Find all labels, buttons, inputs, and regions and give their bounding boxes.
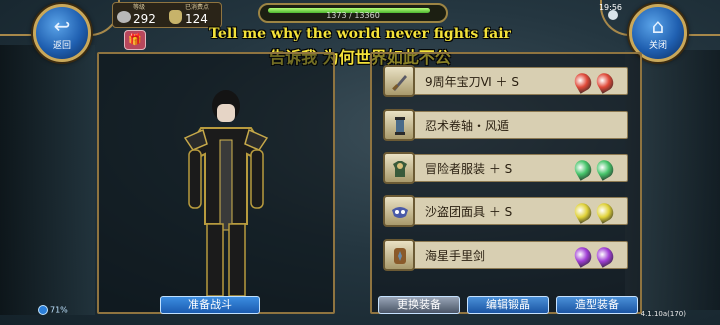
bag-icon (169, 10, 182, 24)
gem-icon (593, 200, 617, 224)
gem-slots (571, 157, 619, 181)
ready-battle-button[interactable]: 准备战斗 (160, 296, 260, 314)
caption-english: Tell me why the world never fights fair (209, 26, 511, 42)
shuriken-icon (383, 239, 415, 271)
gem-icon (571, 244, 595, 268)
points-stat: 已消费点 124 (185, 4, 209, 26)
scroll-icon (383, 109, 415, 141)
character-model (183, 90, 269, 297)
edit-crystal-button[interactable]: 编辑锻晶 (467, 296, 549, 314)
equipment-name: 冒险者服装 ＋ S (425, 162, 513, 176)
gem-icon (593, 157, 617, 181)
version-label: 4.1.10a(170) (640, 310, 686, 318)
bell-icon[interactable] (608, 10, 618, 20)
level-stat: 等级 292 (133, 4, 156, 26)
equipment-slot[interactable]: 9周年宝刀Ⅵ ＋ S (383, 65, 628, 97)
gem-icon (571, 200, 595, 224)
hp-text: 1373 / 13360 (326, 11, 380, 20)
signal-indicator: 71% (38, 305, 68, 315)
equipment-name: 海星手里剑 (425, 249, 486, 263)
signal-value: 71% (50, 305, 68, 315)
gem-slots (571, 70, 619, 94)
points-caption: 已消费点 (185, 4, 210, 11)
sword-icon (383, 65, 415, 97)
wifi-icon (38, 305, 48, 315)
hp-bar: 1373 / 13360 (258, 3, 448, 23)
swap-equipment-button[interactable]: 更换装备 (378, 296, 460, 314)
equipment-name: 9周年宝刀Ⅵ ＋ S (425, 75, 519, 89)
gem-icon (593, 70, 617, 94)
equipment-slot[interactable]: 海星手里剑 (383, 239, 628, 271)
gem-icon (593, 244, 617, 268)
coin-icon (117, 11, 131, 23)
player-stats: 等级 292 已消费点 124 (112, 2, 222, 28)
equipment-slot[interactable]: 忍术卷轴・风遁 (383, 109, 628, 141)
character-preview-panel[interactable] (97, 52, 335, 314)
armor-icon (383, 152, 415, 184)
gem-icon (571, 157, 595, 181)
gem-icon (571, 70, 595, 94)
style-equipment-button[interactable]: 造型装备 (556, 296, 638, 314)
equipment-name: 沙盗团面具 ＋ S (425, 205, 513, 219)
scene-left-shadow (0, 45, 95, 315)
equipment-name: 忍术卷轴・风遁 (425, 119, 510, 133)
gem-slots (571, 244, 619, 268)
mask-icon (383, 195, 415, 227)
level-value: 292 (133, 12, 156, 26)
points-value: 124 (185, 12, 208, 26)
gem-slots (571, 200, 619, 224)
level-caption: 等级 (133, 4, 146, 11)
equipment-slot[interactable]: 沙盗团面具 ＋ S (383, 195, 628, 227)
equipment-slot[interactable]: 冒险者服装 ＋ S (383, 152, 628, 184)
